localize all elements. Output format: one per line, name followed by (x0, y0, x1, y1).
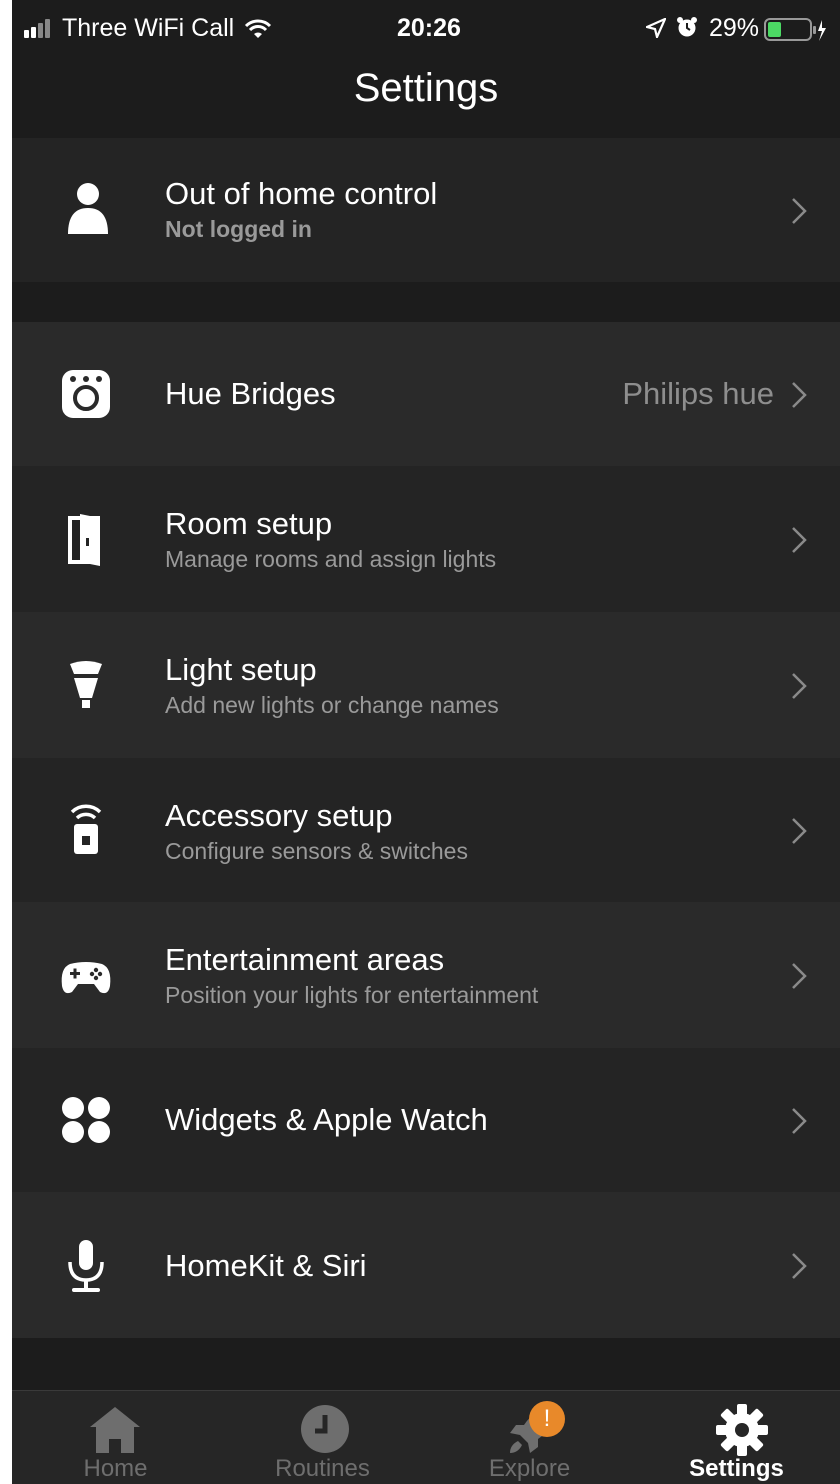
chevron-right-icon (792, 673, 807, 699)
page-title: Settings (353, 66, 499, 110)
tab-label: Explore (488, 1455, 571, 1482)
row-subtitle: Configure sensors & switches (165, 838, 468, 864)
gamepad-icon (61, 962, 111, 994)
notification-badge: ! (529, 1401, 565, 1437)
row-title: Out of home control (165, 176, 438, 211)
widgets-icon (62, 1097, 110, 1143)
widgets-apple-watch-row[interactable]: Widgets & Apple Watch (12, 1048, 840, 1192)
chevron-right-icon (792, 963, 807, 989)
out-of-home-control-row[interactable]: Out of home control Not logged in (12, 138, 840, 282)
homekit-siri-row[interactable]: HomeKit & Siri (12, 1192, 840, 1338)
clock-icon (301, 1405, 349, 1453)
alarm-icon (677, 17, 697, 37)
row-title: Entertainment areas (165, 942, 445, 977)
bridge-icon (62, 370, 110, 418)
tab-bar: Home Routines ! Explore Settings (12, 1390, 840, 1484)
row-title: HomeKit & Siri (165, 1248, 367, 1283)
row-subtitle: Add new lights or change names (165, 692, 499, 718)
wifi-icon (244, 19, 272, 38)
row-subtitle: Manage rooms and assign lights (165, 546, 497, 572)
room-setup-row[interactable]: Room setup Manage rooms and assign light… (12, 466, 840, 612)
gear-icon (716, 1404, 768, 1456)
section-divider (12, 282, 840, 322)
person-icon (68, 183, 108, 234)
chevron-right-icon (792, 527, 807, 553)
hue-bridges-row[interactable]: Hue Bridges Philips hue (12, 322, 840, 466)
door-icon (68, 514, 100, 566)
carrier-label: Three WiFi Call (62, 14, 235, 42)
status-bar: Three WiFi Call 20:26 29% (12, 0, 840, 58)
tab-home[interactable]: Home (12, 1391, 219, 1484)
chevron-right-icon (792, 198, 807, 224)
home-icon (90, 1407, 140, 1453)
chevron-right-icon (792, 1108, 807, 1134)
accessory-setup-row[interactable]: Accessory setup Configure sensors & swit… (12, 758, 840, 902)
settings-screen: Three WiFi Call 20:26 29% Settings Out o… (12, 0, 840, 1484)
location-arrow-icon (646, 18, 666, 38)
tab-explore[interactable]: ! Explore (426, 1391, 633, 1484)
row-subtitle: Not logged in (165, 216, 312, 242)
row-title: Accessory setup (165, 798, 393, 833)
tab-routines[interactable]: Routines (219, 1391, 426, 1484)
row-title: Hue Bridges (165, 376, 336, 411)
row-value: Philips hue (622, 376, 774, 411)
light-setup-row[interactable]: Light setup Add new lights or change nam… (12, 612, 840, 758)
chevron-right-icon (792, 1253, 807, 1279)
tab-label: Routines (275, 1455, 370, 1482)
chevron-right-icon (792, 818, 807, 844)
clock-time: 20:26 (397, 14, 461, 42)
tab-label: Home (83, 1455, 148, 1482)
microphone-icon (68, 1240, 104, 1292)
chevron-right-icon (792, 382, 807, 408)
row-title: Light setup (165, 652, 317, 687)
row-subtitle: Position your lights for entertainment (165, 982, 539, 1008)
battery-percentage: 29% (709, 14, 760, 42)
tab-settings[interactable]: Settings (633, 1391, 840, 1484)
section-divider (12, 1338, 840, 1390)
bulb-icon (70, 661, 102, 708)
tab-label: Settings (689, 1455, 784, 1482)
row-title: Widgets & Apple Watch (165, 1102, 488, 1137)
row-title: Room setup (165, 506, 333, 541)
battery-icon (764, 18, 826, 41)
entertainment-areas-row[interactable]: Entertainment areas Position your lights… (12, 902, 840, 1048)
accessory-icon (70, 804, 102, 854)
